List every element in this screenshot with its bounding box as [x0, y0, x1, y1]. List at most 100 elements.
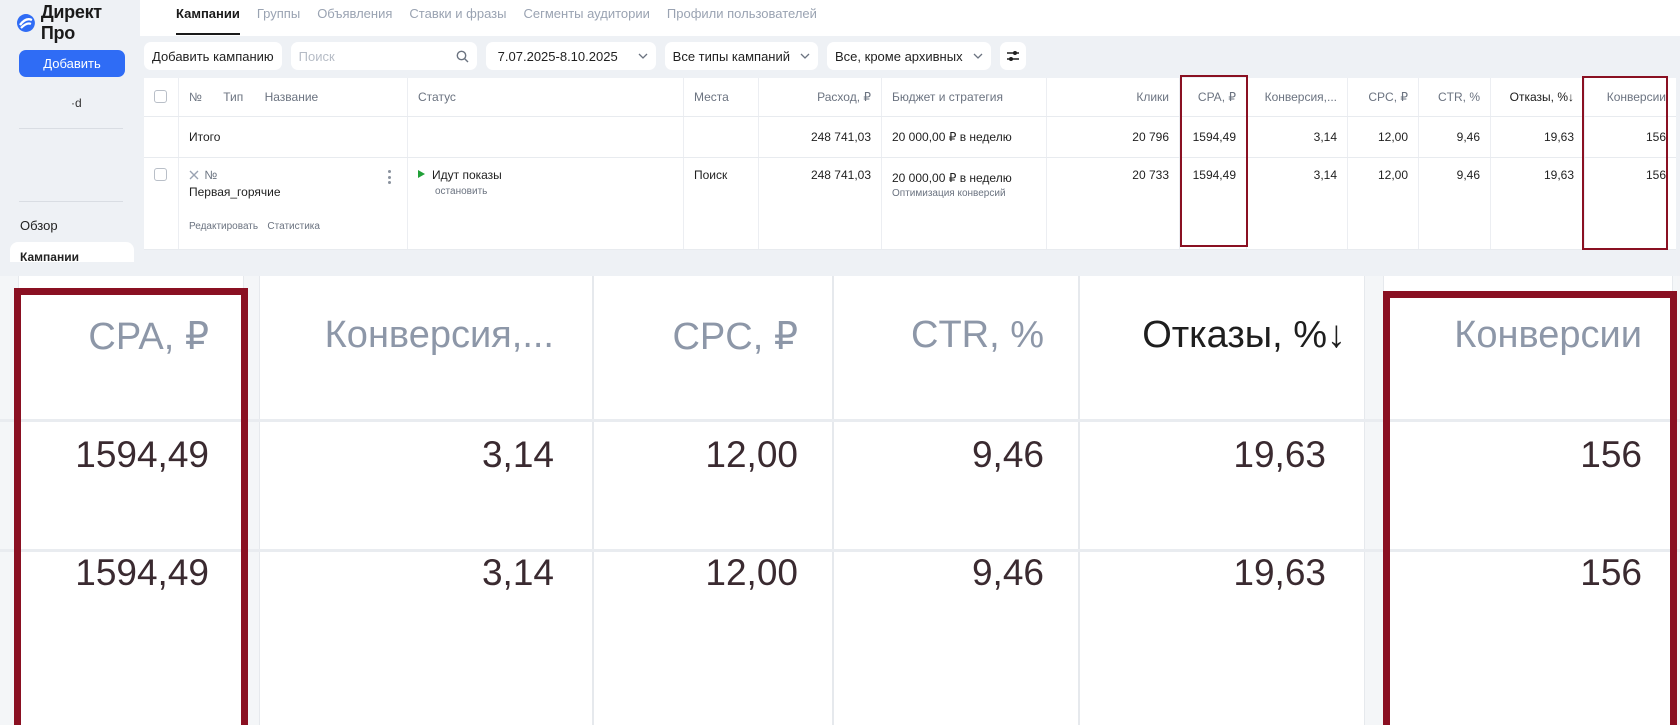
total-ctr: 9,46 [1419, 117, 1491, 157]
header-status[interactable]: Статус [408, 78, 684, 116]
archive-filter-select[interactable]: Все, кроме архивных [827, 42, 991, 70]
select-all-checkbox[interactable] [154, 90, 167, 103]
zoom-campaign-conversion-rate: 3,14 [481, 552, 554, 593]
zoom-col-ctr: CTR, % 9,46 9,46 [833, 276, 1079, 725]
empty-cell [144, 117, 179, 157]
stop-link[interactable]: остановить [435, 186, 683, 197]
zoom-header-conversion-rate: Конверсия,... [324, 314, 554, 356]
header-cpc[interactable]: CPC, ₽ [1348, 78, 1419, 116]
header-bounce[interactable]: Отказы, %↓ [1491, 78, 1585, 116]
header-clicks[interactable]: Клики [1047, 78, 1180, 116]
campaign-ctr: 9,46 [1419, 158, 1491, 249]
zoom-campaign-cpc: 12,00 [705, 552, 798, 593]
column-settings-button[interactable] [999, 42, 1026, 70]
sidebar: Директ Про Добавить ·d Обзор Кампании [0, 0, 140, 262]
header-name[interactable]: Название [265, 90, 319, 104]
sidebar-item-campaigns[interactable]: Кампании [10, 242, 134, 262]
campaign-spend: 248 741,03 [759, 158, 882, 249]
total-conversion-rate: 3,14 [1247, 117, 1348, 157]
campaign-bounce: 19,63 [1491, 158, 1585, 249]
table-row-total: Итого 248 741,03 20 000,00 ₽ в неделю 20… [144, 117, 1676, 158]
tab-bar: Кампании Группы Объявления Ставки и фраз… [140, 0, 1680, 36]
header-cpa[interactable]: CPA, ₽ [1180, 78, 1247, 116]
zoom-header-ctr: CTR, % [911, 314, 1044, 356]
stats-link[interactable]: Статистика [267, 221, 320, 232]
header-places[interactable]: Места [684, 78, 759, 116]
sidebar-item-overview[interactable]: Обзор [20, 218, 58, 233]
play-icon [418, 170, 425, 178]
edit-link[interactable]: Редактировать [189, 221, 258, 232]
total-label: Итого [179, 117, 408, 157]
campaign-name-cell: № Первая_горячие Редактировать Статистик… [179, 158, 408, 249]
campaign-status: Идут показы [432, 168, 502, 182]
zoom-campaign-bounce: 19,63 [1233, 552, 1326, 593]
tab-groups[interactable]: Группы [257, 0, 300, 36]
campaign-num: № [204, 168, 218, 182]
chevron-down-icon [973, 53, 983, 59]
sidebar-divider [19, 201, 123, 202]
add-button[interactable]: Добавить [19, 50, 125, 77]
zoom-header-cpa: CPA, ₽ [88, 316, 209, 358]
zoom-col-conversions: Конверсии 156 156 [1383, 276, 1673, 725]
date-range-value: 7.07.2025-8.10.2025 [497, 48, 618, 64]
sidebar-divider [19, 128, 123, 129]
tab-ads[interactable]: Объявления [317, 0, 392, 36]
search-input[interactable] [298, 48, 439, 64]
screenshot-top: Директ Про Добавить ·d Обзор Кампании Ка… [0, 0, 1680, 262]
header-spend[interactable]: Расход, ₽ [759, 78, 882, 116]
zoom-campaign-ctr: 9,46 [971, 552, 1044, 593]
zoom-total-cpa: 1594,49 [75, 434, 209, 475]
tab-audience-segments[interactable]: Сегменты аудитории [523, 0, 649, 36]
total-clicks: 20 796 [1047, 117, 1180, 157]
tab-bids-phrases[interactable]: Ставки и фразы [409, 0, 506, 36]
campaign-places: Поиск [684, 158, 759, 249]
zoom-row-divider [0, 549, 1680, 552]
campaigns-table: № Тип Название Статус Места Расход, ₽ Бю… [144, 78, 1676, 250]
more-actions-icon[interactable] [388, 170, 391, 187]
campaign-types-value: Все типы кампаний [672, 48, 791, 64]
zoomed-detail: CPA, ₽ 1594,49 1594,49 Конверсия,... 3,1… [0, 276, 1680, 725]
zoom-header-conversions: Конверсии [1454, 314, 1642, 356]
campaign-cpc: 12,00 [1348, 158, 1419, 249]
header-ctr[interactable]: CTR, % [1419, 78, 1491, 116]
tab-user-profiles[interactable]: Профили пользователей [667, 0, 817, 36]
campaign-conversion-rate: 3,14 [1247, 158, 1348, 249]
chevron-down-icon [800, 53, 810, 59]
row-checkbox[interactable] [154, 168, 167, 181]
campaign-strategy: Оптимизация конверсий [892, 188, 1006, 199]
campaign-name[interactable]: Первая_горячие [189, 185, 407, 199]
header-budget[interactable]: Бюджет и стратегия [882, 78, 1047, 116]
header-conversion-rate[interactable]: Конверсия,... [1247, 78, 1348, 116]
header-checkbox-cell [144, 78, 179, 116]
header-conversions[interactable]: Конверсии [1585, 78, 1676, 116]
logo[interactable]: Директ Про [16, 2, 140, 43]
zoom-campaign-conversions: 156 [1580, 552, 1642, 593]
header-num[interactable]: № [189, 90, 202, 104]
add-campaign-button[interactable]: Добавить кампанию [144, 42, 282, 70]
date-range-select[interactable]: 7.07.2025-8.10.2025 [485, 42, 656, 70]
search-icon[interactable] [456, 50, 469, 63]
empty-cell [684, 117, 759, 157]
logo-text: Директ Про [40, 2, 102, 43]
campaign-clicks: 20 733 [1047, 158, 1180, 249]
zoom-row-divider [0, 419, 1680, 422]
header-type[interactable]: Тип [223, 90, 243, 104]
campaign-budget: 20 000,00 ₽ в неделю [892, 171, 1012, 185]
campaign-budget-cell: 20 000,00 ₽ в неделю Оптимизация конверс… [882, 158, 1047, 249]
zoom-header-bounce: Отказы, %↓ [1142, 314, 1346, 356]
zoom-total-ctr: 9,46 [971, 434, 1044, 475]
zoom-campaign-cpa: 1594,49 [75, 552, 209, 593]
zoom-col-conversion-rate: Конверсия,... 3,14 3,14 [259, 276, 593, 725]
zoom-header-cpc: CPC, ₽ [672, 316, 798, 358]
main-area: Кампании Группы Объявления Ставки и фраз… [140, 0, 1680, 258]
chevron-down-icon [638, 53, 648, 59]
zoom-col-cpa: CPA, ₽ 1594,49 1594,49 [18, 276, 244, 725]
campaign-types-select[interactable]: Все типы кампаний [664, 42, 819, 70]
search-box [290, 42, 477, 70]
account-label[interactable]: ·d [71, 96, 82, 110]
tab-campaigns[interactable]: Кампании [176, 0, 240, 36]
total-cpa: 1594,49 [1180, 117, 1247, 157]
total-bounce: 19,63 [1491, 117, 1585, 157]
sliders-icon [1006, 51, 1019, 61]
zoom-col-cpc: CPC, ₽ 12,00 12,00 [593, 276, 833, 725]
